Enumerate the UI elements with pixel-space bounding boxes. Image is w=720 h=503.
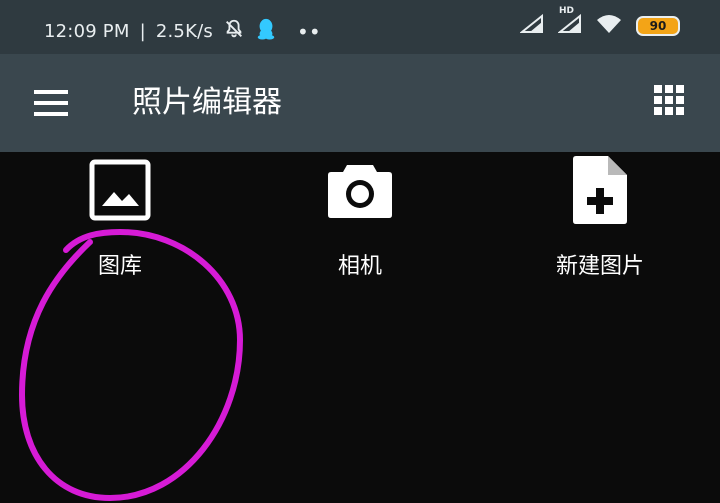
grid-dot: [676, 107, 684, 115]
hd-label: HD: [559, 6, 575, 16]
battery-level: 90: [649, 19, 667, 33]
grid-dot: [665, 107, 673, 115]
hamburger-menu-icon[interactable]: [34, 87, 68, 121]
menu-line: [34, 90, 68, 94]
status-separator: |: [139, 21, 146, 42]
grid-apps-icon[interactable]: [654, 85, 684, 115]
status-left: 12:09 PM | 2.5K/s ••: [44, 17, 321, 46]
grid-dot: [665, 85, 673, 93]
grid-dot: [654, 107, 662, 115]
grid-dot: [654, 85, 662, 93]
signal-hd-icon: HD: [557, 6, 582, 38]
wifi-icon: [596, 14, 622, 38]
network-speed: 2.5K/s: [155, 21, 213, 42]
image-icon: [80, 150, 160, 230]
grid-dot: [654, 96, 662, 104]
page-title: 照片编辑器: [132, 85, 282, 120]
status-right: HD 90: [519, 6, 680, 38]
status-time: 12:09 PM: [44, 21, 130, 42]
camera-icon: [320, 150, 400, 230]
status-bar: 12:09 PM | 2.5K/s •• HD 90: [0, 0, 720, 54]
signal-icon: [519, 13, 544, 38]
grid-dot: [676, 85, 684, 93]
menu-line: [34, 112, 68, 116]
gallery-button[interactable]: 图库: [30, 150, 210, 310]
new-file-icon: [560, 150, 640, 230]
gallery-label: 图库: [97, 254, 142, 279]
menu-line: [34, 101, 68, 105]
camera-button[interactable]: 相机: [270, 150, 450, 310]
more-dots-icon: ••: [296, 19, 321, 44]
grid-dot: [676, 96, 684, 104]
new-picture-label: 新建图片: [555, 254, 644, 279]
bell-muted-icon: [223, 18, 245, 45]
grid-dot: [665, 96, 673, 104]
new-picture-button[interactable]: 新建图片: [510, 150, 690, 310]
app-bar: 照片编辑器: [0, 54, 720, 152]
qq-icon: [255, 17, 277, 46]
camera-label: 相机: [337, 254, 382, 279]
battery-icon: 90: [636, 16, 680, 36]
